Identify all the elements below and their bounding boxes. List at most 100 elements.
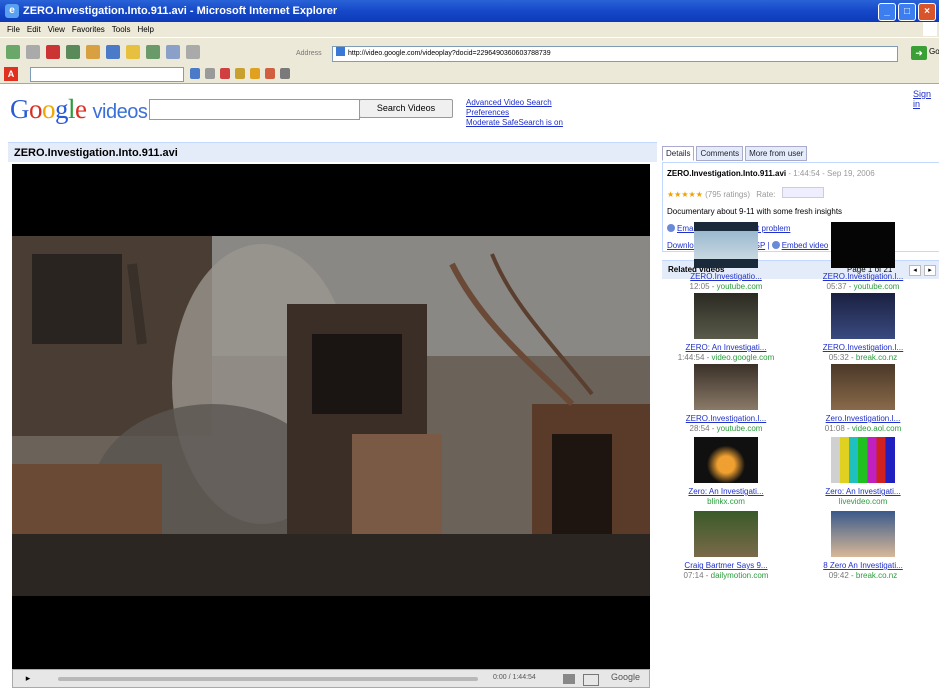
related-video-title[interactable]: ZERO: An Investigati... [667,343,785,353]
related-video-title[interactable]: ZERO.Investigation.I... [804,343,922,353]
related-video-thumbnail[interactable] [831,293,895,339]
related-video-thumbnail[interactable] [694,293,758,339]
search-icon[interactable] [106,45,120,59]
related-video-item[interactable]: ZERO.Investigation.I... 05:32 - break.co.… [804,293,922,363]
maximize-button[interactable]: □ [898,3,916,21]
related-video-thumbnail[interactable] [694,437,758,483]
home-icon[interactable] [86,45,100,59]
close-button[interactable]: × [918,3,936,21]
volume-icon[interactable] [563,674,575,684]
google-videos-logo[interactable]: Google videos [10,94,148,125]
menu-edit[interactable]: Edit [27,25,41,34]
related-video-item[interactable]: 8 Zero An Investigati... 09:42 - break.co… [804,511,922,581]
details-title: ZERO.Investigation.Into.911.avi [667,169,787,178]
toolbar-search-input[interactable] [30,67,184,82]
related-video-item[interactable]: ZERO.Investigation.I... 05:37 - youtube.c… [804,222,922,292]
related-video-meta: 12:05 - youtube.com [667,282,785,292]
related-video-duration: 1:44:54 - [677,353,712,362]
related-video-duration: 12:05 - [689,282,717,291]
window-title: ZERO.Investigation.Into.911.avi - Micros… [23,5,338,17]
related-video-item[interactable]: Zero.Investigation.I... 01:08 - video.aol… [804,364,922,434]
back-icon[interactable] [6,45,20,59]
related-video-source: blinkx.com [707,497,745,506]
go-label[interactable]: Go [929,47,939,56]
next-page-button[interactable]: ▸ [924,265,936,276]
toolbar-search-icon[interactable] [190,68,200,79]
video-search-input[interactable] [149,99,360,120]
safesearch-link[interactable]: Moderate SafeSearch is on [466,118,563,128]
related-video-thumbnail[interactable] [831,511,895,557]
menu-file[interactable]: File [7,25,20,34]
menu-view[interactable]: View [48,25,65,34]
menu-tools[interactable]: Tools [112,25,131,34]
related-video-title[interactable]: ZERO.Investigatio... [667,272,785,282]
related-video-title[interactable]: ZERO.Investigation.I... [804,272,922,282]
address-bar[interactable]: http://video.google.com/videoplay?docid=… [332,46,898,62]
stop-icon[interactable] [46,45,60,59]
related-video-title[interactable]: ZERO.Investigation.I... [667,414,785,424]
tab-details[interactable]: Details [662,146,695,161]
related-video-title[interactable]: Zero: An Investigati... [804,487,922,497]
history-icon[interactable] [146,45,160,59]
toolbar-warning-icon[interactable] [265,68,275,79]
play-button[interactable]: ▸ [18,673,38,684]
related-video-thumbnail[interactable] [831,222,895,268]
forward-icon[interactable] [26,45,40,59]
tab-more-from-user[interactable]: More from user [745,146,808,161]
related-video-title[interactable]: 8 Zero An Investigati... [804,561,922,571]
advanced-search-link[interactable]: Advanced Video Search [466,98,563,108]
related-video-title[interactable]: Zero.Investigation.I... [804,414,922,424]
tab-comments[interactable]: Comments [696,146,744,161]
related-video-meta: 05:37 - youtube.com [804,282,922,292]
toolbar-highlight-icon[interactable] [220,68,230,79]
related-video-thumbnail[interactable] [831,364,895,410]
related-video-duration: 07:14 - [683,571,711,580]
window-titlebar: e ZERO.Investigation.Into.911.avi - Micr… [0,0,939,22]
related-video-item[interactable]: ZERO.Investigation.I... 28:54 - youtube.c… [667,364,785,434]
related-video-item[interactable]: ZERO: An Investigati... 1:44:54 - video.g… [667,293,785,363]
video-player[interactable] [12,164,650,669]
related-video-item[interactable]: Zero: An Investigati... blinkx.com [667,437,785,507]
sidebar: Details Comments More from user ZERO.Inv… [662,144,939,690]
print-icon[interactable] [186,45,200,59]
favorites-icon[interactable] [126,45,140,59]
mail-icon[interactable] [166,45,180,59]
related-video-item[interactable]: Zero: An Investigati... livevideo.com [804,437,922,507]
menu-favorites[interactable]: Favorites [72,25,105,34]
search-videos-button[interactable]: Search Videos [359,99,453,118]
preferences-link[interactable]: Preferences [466,108,563,118]
related-video-source: dailymotion.com [710,571,769,580]
address-label: Address [296,50,322,57]
related-video-thumbnail[interactable] [694,222,758,268]
related-video-thumbnail[interactable] [831,437,895,483]
menu-bar: File Edit View Favorites Tools Help [0,22,939,37]
toolbar-brand-icon[interactable]: A [4,67,18,81]
related-video-meta: 09:42 - break.co.nz [804,571,922,581]
related-video-title[interactable]: Zero: An Investigati... [667,487,785,497]
seek-bar[interactable] [58,677,478,681]
minimize-button[interactable]: _ [878,3,896,21]
page-content: Google videos Search Videos Advanced Vide… [0,84,939,690]
rating-stars: ★★★★★ [667,190,703,199]
related-video-meta: 1:44:54 - video.google.com [667,353,785,363]
toolbar-pencil-icon[interactable] [235,68,245,79]
details-title-line: ZERO.Investigation.Into.911.avi - 1:44:5… [667,169,875,178]
rating-count: (795 ratings) [705,190,751,199]
related-video-title[interactable]: Craig Bartmer Says 9... [667,561,785,571]
go-button[interactable]: ➜ [911,46,927,60]
menu-help[interactable]: Help [137,25,153,34]
toolbar-settings-icon[interactable] [205,68,215,79]
toolbar-smiley-icon[interactable] [250,68,260,79]
rate-widget[interactable] [781,187,824,198]
related-video-thumbnail[interactable] [694,364,758,410]
related-video-item[interactable]: ZERO.Investigatio... 12:05 - youtube.com [667,222,785,292]
time-display: 0:00 / 1:44:54 [493,674,536,681]
fullscreen-icon[interactable] [583,674,599,686]
refresh-icon[interactable] [66,45,80,59]
sign-in-link[interactable]: Sign in [913,89,939,109]
rate-label: Rate: [756,190,776,199]
related-video-thumbnail[interactable] [694,511,758,557]
toolbar-tool-icon[interactable] [280,68,290,79]
related-video-item[interactable]: Craig Bartmer Says 9... 07:14 - dailymoti… [667,511,785,581]
ie-logo-icon: e [5,4,19,18]
